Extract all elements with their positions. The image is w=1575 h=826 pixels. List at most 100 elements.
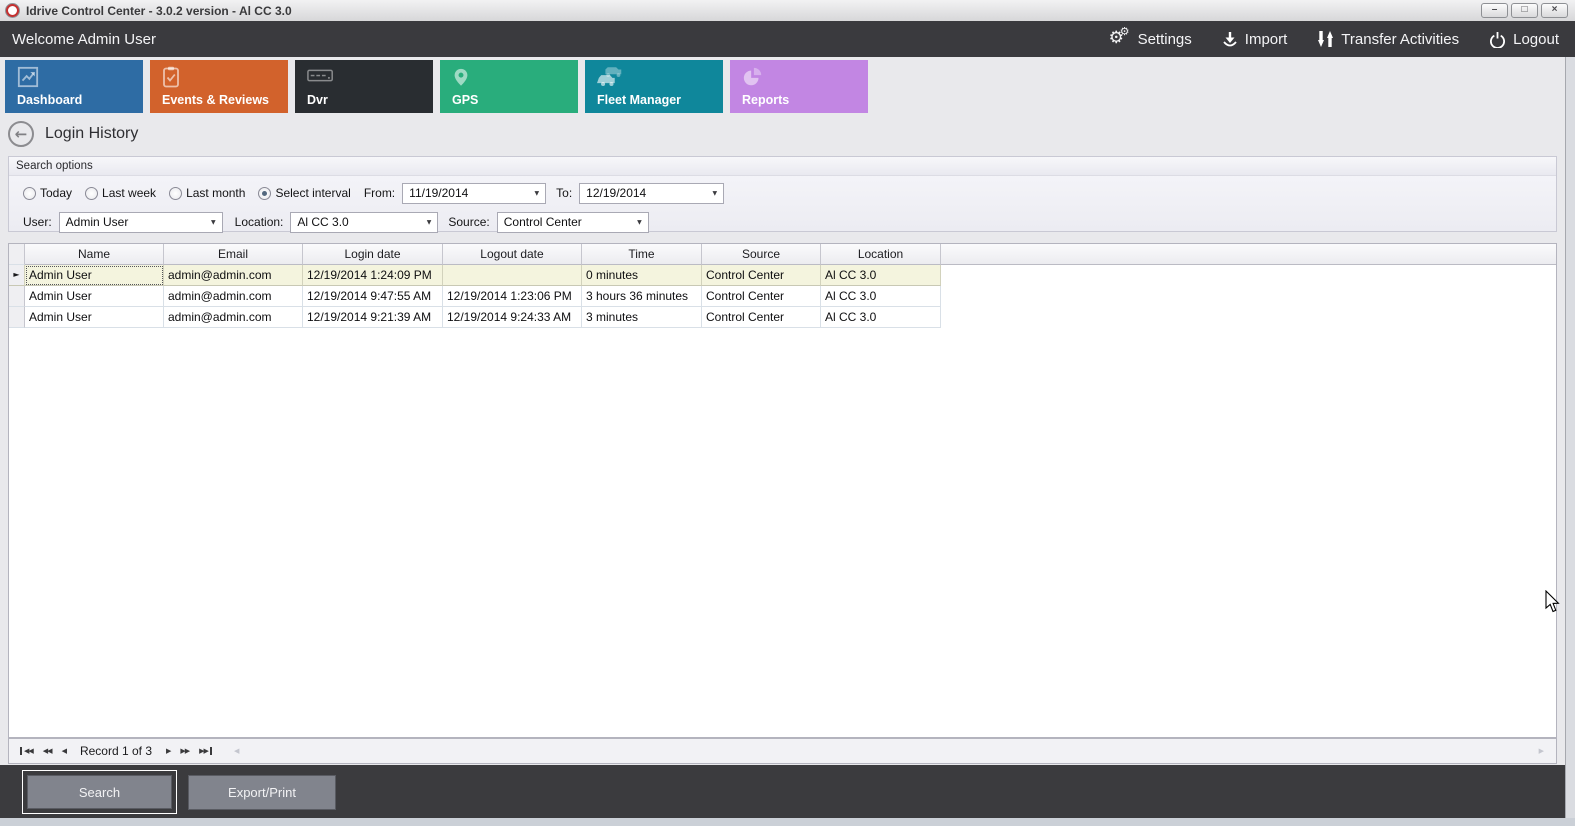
column-header-login-date[interactable]: Login date xyxy=(303,244,443,265)
row-indicator-cell xyxy=(9,286,25,307)
scroll-right-arrow[interactable]: ▶ xyxy=(1534,747,1548,755)
user-value: Admin User xyxy=(66,215,129,229)
transfer-activities-button[interactable]: Transfer Activities xyxy=(1317,30,1459,48)
search-button-focus-ring: Search xyxy=(22,770,177,814)
to-date-picker[interactable]: 12/19/2014 ▼ xyxy=(579,183,724,204)
close-button[interactable]: × xyxy=(1541,3,1568,18)
tile-reports[interactable]: Reports xyxy=(730,60,868,113)
from-date-value: 11/19/2014 xyxy=(409,186,468,200)
location-label: Location: xyxy=(235,215,284,229)
tile-dashboard-label: Dashboard xyxy=(17,93,143,107)
footer-action-bar: Search Export/Print xyxy=(0,765,1565,818)
location-value: Al CC 3.0 xyxy=(297,215,348,229)
tile-events-reviews[interactable]: Events & Reviews xyxy=(150,60,288,113)
chevron-down-icon: ▼ xyxy=(427,219,432,226)
radio-last-week-label: Last week xyxy=(102,186,156,200)
prev-record-button[interactable]: ◀ xyxy=(57,747,71,755)
nav-actions: ⚙⚙ Settings Import xyxy=(1109,29,1575,49)
cell-location: Al CC 3.0 xyxy=(821,265,941,286)
chevron-down-icon: ▼ xyxy=(637,219,642,226)
tile-dvr[interactable]: Dvr xyxy=(295,60,433,113)
chevron-down-icon: ▼ xyxy=(713,190,718,197)
column-header-time[interactable]: Time xyxy=(582,244,702,265)
import-label: Import xyxy=(1245,31,1288,48)
record-count-label: Record 1 of 3 xyxy=(80,744,152,758)
tile-gps-label: GPS xyxy=(452,93,578,107)
column-header-name[interactable]: Name xyxy=(25,244,164,265)
radio-last-week[interactable]: Last week xyxy=(85,186,156,200)
search-button[interactable]: Search xyxy=(27,775,172,809)
to-date-value: 12/19/2014 xyxy=(586,186,646,200)
from-date-picker[interactable]: 11/19/2014 ▼ xyxy=(402,183,546,204)
cell-email: admin@admin.com xyxy=(164,307,303,328)
app-logo-icon xyxy=(6,4,19,17)
map-pin-icon xyxy=(452,66,578,89)
user-select[interactable]: Admin User ▼ xyxy=(59,212,223,233)
tile-dashboard[interactable]: Dashboard xyxy=(5,60,143,113)
tile-gps[interactable]: GPS xyxy=(440,60,578,113)
column-header-logout-date[interactable]: Logout date xyxy=(443,244,582,265)
window-right-frame xyxy=(1565,57,1575,818)
table-row-3[interactable]: Admin User admin@admin.com 12/19/2014 9:… xyxy=(9,307,1556,328)
prev-page-button[interactable]: ◀◀ xyxy=(38,747,57,755)
tile-fleet-manager-label: Fleet Manager xyxy=(597,93,723,107)
source-label: Source: xyxy=(448,215,489,229)
source-select[interactable]: Control Center ▼ xyxy=(497,212,649,233)
column-header-location[interactable]: Location xyxy=(821,244,941,265)
export-print-button[interactable]: Export/Print xyxy=(188,775,336,810)
to-label: To: xyxy=(556,186,572,200)
vehicles-icon xyxy=(597,66,723,88)
tile-dvr-label: Dvr xyxy=(307,93,433,107)
column-header-source[interactable]: Source xyxy=(702,244,821,265)
window-bottom-frame xyxy=(0,818,1575,826)
cell-time: 0 minutes xyxy=(582,265,702,286)
title-bar: Idrive Control Center - 3.0.2 version - … xyxy=(0,0,1575,21)
chevron-down-icon: ▼ xyxy=(535,190,540,197)
radio-select-interval-label: Select interval xyxy=(275,186,350,200)
cell-time: 3 hours 36 minutes xyxy=(582,286,702,307)
main-content: Dashboard Events & Reviews xyxy=(0,57,1565,818)
cell-email: admin@admin.com xyxy=(164,286,303,307)
logout-power-icon xyxy=(1489,31,1506,48)
import-button[interactable]: Import xyxy=(1222,31,1288,48)
pie-chart-icon xyxy=(742,66,868,88)
search-options-title: Search options xyxy=(9,157,1556,176)
back-arrow-icon: ← xyxy=(15,125,28,143)
header-filler xyxy=(941,244,1556,265)
logout-label: Logout xyxy=(1513,31,1559,48)
back-button[interactable]: ← xyxy=(8,121,34,147)
import-download-icon xyxy=(1222,31,1238,47)
source-value: Control Center xyxy=(504,215,582,229)
radio-last-month[interactable]: Last month xyxy=(169,186,245,200)
mouse-cursor xyxy=(1545,590,1561,619)
minimize-button[interactable]: – xyxy=(1481,3,1508,18)
location-select[interactable]: Al CC 3.0 ▼ xyxy=(290,212,438,233)
next-record-button[interactable]: ▶ xyxy=(161,747,175,755)
column-header-email[interactable]: Email xyxy=(164,244,303,265)
last-record-button[interactable]: ▶▶ xyxy=(194,747,212,755)
indicator-header-cell xyxy=(9,244,25,265)
row-indicator-cell xyxy=(9,307,25,328)
logout-button[interactable]: Logout xyxy=(1489,31,1559,48)
table-row-1[interactable]: ► Admin User admin@admin.com 12/19/2014 … xyxy=(9,265,1556,286)
radio-select-interval[interactable]: Select interval xyxy=(258,186,350,200)
cell-login-date: 12/19/2014 9:47:55 AM xyxy=(303,286,443,307)
filters-row: User: Admin User ▼ Location: Al CC 3.0 ▼… xyxy=(9,210,1556,234)
radio-today-circle xyxy=(23,187,36,200)
chevron-down-icon: ▼ xyxy=(211,219,216,226)
login-history-grid: Name Email Login date Logout date Time S… xyxy=(8,243,1557,738)
scroll-left-arrow[interactable]: ◀ xyxy=(229,747,243,755)
tile-fleet-manager[interactable]: Fleet Manager xyxy=(585,60,723,113)
from-label: From: xyxy=(364,186,395,200)
radio-today[interactable]: Today xyxy=(23,186,72,200)
record-navigator: ◀◀ ◀◀ ◀ Record 1 of 3 ▶ ▶▶ ▶▶ ◀ ▶ xyxy=(8,738,1557,764)
settings-button[interactable]: ⚙⚙ Settings xyxy=(1109,29,1192,49)
radio-last-month-circle xyxy=(169,187,182,200)
tile-reports-label: Reports xyxy=(742,93,868,107)
table-row-2[interactable]: Admin User admin@admin.com 12/19/2014 9:… xyxy=(9,286,1556,307)
maximize-button[interactable]: □ xyxy=(1511,3,1538,18)
first-record-button[interactable]: ◀◀ xyxy=(20,747,38,755)
next-page-button[interactable]: ▶▶ xyxy=(175,747,194,755)
cell-logout-date: 12/19/2014 9:24:33 AM xyxy=(443,307,582,328)
welcome-text: Welcome Admin User xyxy=(0,31,156,48)
